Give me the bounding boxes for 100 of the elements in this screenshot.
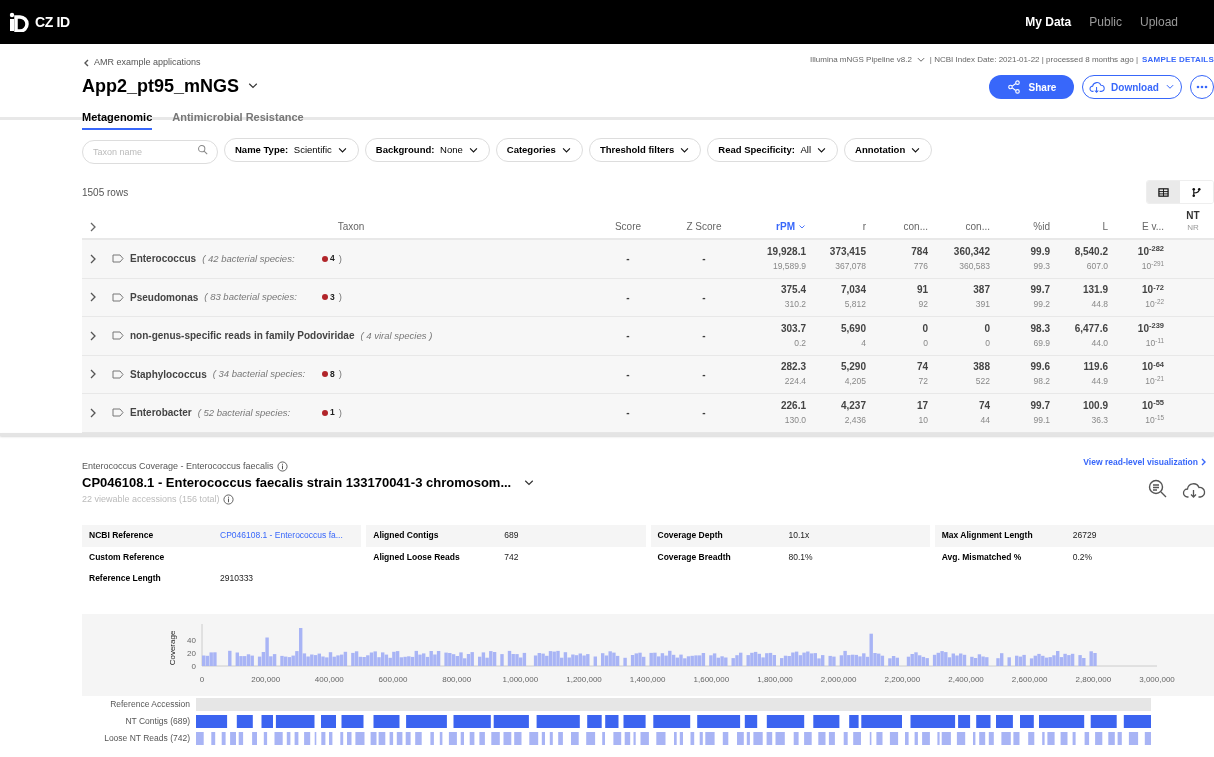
taxon-name[interactable]: Enterococcus: [130, 251, 197, 267]
table-cell-text: 44.0: [1091, 336, 1108, 350]
column-header[interactable]: %id: [998, 219, 1058, 234]
table-row[interactable]: Enterococcus ( 42 bacterial species: 4 ) - - 19,928.1 19,589.9 373,415 367,078 784 776 360,342 360,583 99.9 99.3 8,540.2 607.0 10$^{-282}$ 10$^{-291}$: [82, 240, 1214, 279]
info-icon[interactable]: [276, 460, 288, 472]
table-cell-text: 2,436: [844, 413, 866, 427]
table-cell: 375.4: [780, 283, 806, 298]
chevron-down-icon: [915, 55, 926, 65]
axis-tick-label: 1,400,000: [629, 674, 666, 684]
table-cell: 17: [916, 398, 928, 413]
nt-nr-toggle[interactable]: NT NR: [1172, 210, 1214, 234]
tag-icon[interactable]: [112, 408, 124, 418]
tab[interactable]: Metagenomic: [82, 108, 153, 130]
table-cell-text: 224.4: [784, 375, 806, 389]
table-cell-text: 98.2: [1033, 375, 1050, 389]
table-cell-text: 522: [975, 375, 990, 389]
logo-text[interactable]: CZ ID: [35, 11, 70, 33]
column-header[interactable]: con...: [936, 219, 998, 234]
axis-tick-label: 20: [187, 648, 196, 658]
table-row[interactable]: Staphylococcus ( 34 bacterial species: 8 ) - - 282.3 224.4 5,290 4,205 74 72 388 522 99.6 98.2 119.6 44.9 10$^{-64}$ 10$^{-21}$: [82, 355, 1214, 394]
table-cell-text: 0: [923, 336, 928, 350]
column-header[interactable]: E v...: [1116, 219, 1172, 234]
table-cell-text: -: [701, 406, 707, 421]
info-icon[interactable]: [222, 493, 234, 505]
table-cell-text: -: [625, 290, 631, 305]
taxon-summary: ( 34 bacterial species:: [212, 367, 306, 382]
table-cell: 360,342: [953, 244, 990, 259]
column-header[interactable]: Z Score: [666, 219, 742, 234]
taxon-name[interactable]: Enterobacter: [130, 405, 192, 421]
pipeline-version-dropdown[interactable]: Illumina mNGS Pipeline v8.2: [810, 54, 926, 66]
table-cell-text: 19,589.9: [772, 259, 806, 273]
table-cell: 10$^{-282}$: [1137, 244, 1164, 259]
table-row[interactable]: Enterobacter ( 52 bacterial species: 1 ) - - 226.1 130.0 4,237 2,436 17 10 74 44 99.7 99.1 100.9 36.3 10$^{-55}$ 10$^{-15}$: [82, 394, 1214, 433]
metric-label: Aligned Contigs: [373, 529, 440, 543]
taxon-summary-end: ): [338, 290, 342, 305]
nav-link[interactable]: My Data: [1025, 13, 1072, 31]
pipeline-meta-text: | NCBI Index Date: 2021-01-22 | processed 8 months ago |: [929, 54, 1138, 66]
sample-details-link[interactable]: SAMPLE DETAILS: [1142, 54, 1214, 66]
axis-tick-label: 40: [187, 635, 196, 645]
breadcrumb-link[interactable]: AMR example applications: [82, 56, 201, 70]
column-header[interactable]: Score: [590, 219, 666, 234]
table-cell: 388: [973, 360, 990, 375]
axis-tick-label: 600,000: [378, 674, 408, 684]
table-cell: 119.6: [1083, 360, 1108, 375]
table-cell-text: 99.3: [1033, 259, 1050, 273]
column-header[interactable]: con...: [874, 219, 936, 234]
expand-icon[interactable]: [88, 330, 98, 341]
tree-icon: [1191, 186, 1202, 198]
column-header[interactable]: Taxon: [112, 219, 590, 234]
table-cell: 303.7: [780, 321, 806, 336]
table-cell: 282.3: [780, 360, 806, 375]
chevron-left-icon: [82, 57, 90, 68]
nav-link[interactable]: Upload: [1139, 13, 1178, 31]
table-cell-text: 367,078: [835, 259, 866, 273]
nav-link[interactable]: Public: [1089, 13, 1122, 31]
share-button[interactable]: Share: [989, 75, 1074, 99]
accessions-note: 22 viewable accessions (156 total): [82, 492, 220, 506]
search-field[interactable]: Taxon name: [82, 140, 218, 164]
table-cell: 5,690: [840, 321, 866, 336]
taxon-name[interactable]: non-genus-specific reads in family Podoviridae: [130, 328, 355, 344]
tag-icon[interactable]: [112, 292, 124, 302]
sample-name-dropdown[interactable]: App2_pt95_mNGS: [82, 72, 260, 100]
table-cell-text: 360,583: [959, 259, 990, 273]
column-header[interactable]: rPM: [742, 219, 814, 234]
expand-icon[interactable]: [88, 292, 98, 303]
taxon-name[interactable]: Pseudomonas: [130, 289, 199, 305]
metric-label: Coverage Depth: [657, 529, 724, 543]
reference-link[interactable]: CP046108.1 - Enterococcus fa...: [220, 529, 343, 543]
table-cell: 373,415: [829, 244, 866, 259]
table-cell: 6,477.6: [1074, 321, 1108, 336]
axis-title: Coverage: [168, 630, 177, 665]
table-cell: 10$^{-22}$: [1145, 297, 1164, 312]
expand-icon[interactable]: [88, 407, 98, 418]
table-view-button[interactable]: [1147, 181, 1180, 203]
taxon-summary: ( 83 bacterial species:: [204, 290, 297, 305]
read-level-link[interactable]: View read-level visualization: [1083, 455, 1206, 469]
cloud-download-icon: [1089, 80, 1106, 94]
table-row[interactable]: non-genus-specific reads in family Podoviridae ( 4 viral species ) - - 303.7 0.2 5,690 4 0 0 0 0 98.3 69.9 6,477.6 44.0 10$^{-239}$ 10$^{-11}$: [82, 317, 1214, 356]
axis-tick-label: 0: [191, 661, 196, 671]
expand-all-icon[interactable]: [88, 222, 98, 232]
tab[interactable]: Antimicrobial Resistance: [172, 108, 304, 130]
column-header[interactable]: r: [814, 219, 874, 234]
accession-dropdown[interactable]: CP046108.1 - Enterococcus faecalis strain 133170041-3 chromosom...: [82, 473, 536, 493]
tag-icon[interactable]: [112, 254, 124, 264]
taxon-name[interactable]: Staphylococcus: [130, 366, 207, 382]
zoom-icon[interactable]: [1148, 478, 1168, 499]
share-icon: [1006, 80, 1021, 94]
table-cell-text: -: [701, 252, 707, 267]
table-cell: 784: [911, 244, 928, 259]
taxon-summary-end: ): [338, 367, 342, 382]
cloud-download-icon[interactable]: [1182, 480, 1206, 499]
expand-icon[interactable]: [88, 369, 98, 380]
tag-icon[interactable]: [112, 331, 124, 341]
expand-icon[interactable]: [88, 253, 98, 264]
flag-count: 3: [330, 290, 335, 304]
table-row[interactable]: Pseudomonas ( 83 bacterial species: 3 ) - - 375.4 310.2 7,034 5,812 91 92 387 391 99.7 99.2 131.9 44.8 10$^{-72}$ 10$^{-22}$: [82, 278, 1214, 317]
metric-label: NCBI Reference: [89, 529, 155, 543]
tag-icon[interactable]: [112, 369, 124, 379]
column-header[interactable]: L: [1058, 219, 1116, 234]
table-cell-text: 72: [918, 375, 928, 389]
